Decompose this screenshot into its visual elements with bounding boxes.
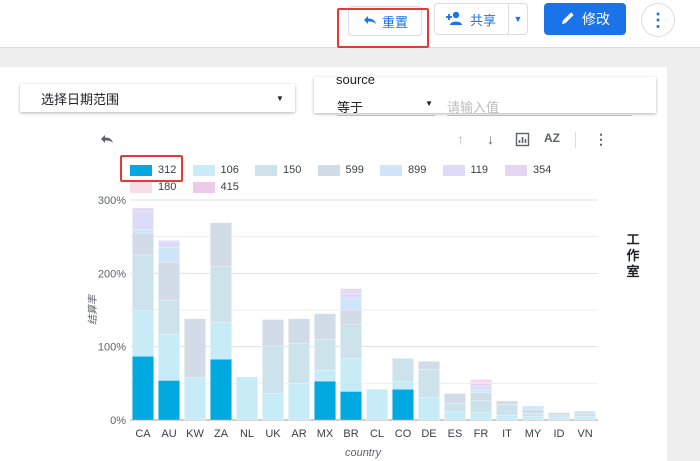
bar-segment-nl-106[interactable] [236, 376, 258, 421]
bar-segment-ar-599[interactable] [288, 318, 310, 344]
x-tick-label: ZA [214, 428, 229, 440]
bar-segment-my-106[interactable] [522, 416, 544, 421]
bar-segment-cl-106[interactable] [366, 388, 388, 421]
bar-segment-br-150[interactable] [340, 324, 362, 359]
bar-segment-ar-106[interactable] [288, 383, 310, 421]
bar-segment-my-599[interactable] [522, 409, 544, 414]
bar-segment-es-150[interactable] [444, 402, 466, 413]
x-tick-label: DE [421, 428, 436, 440]
x-tick-label: UK [265, 428, 281, 440]
side-label: 工作室 [626, 232, 640, 279]
x-tick-label: NL [240, 428, 254, 440]
bar-segment-br-106[interactable] [340, 358, 362, 392]
x-tick-label: ID [554, 428, 565, 440]
bar-segment-za-106[interactable] [210, 322, 232, 360]
x-tick-label: MX [317, 428, 334, 440]
x-tick-label: CL [370, 428, 384, 440]
bar-segment-es-106[interactable] [444, 411, 466, 421]
bar-segment-uk-150[interactable] [262, 345, 284, 394]
bar-segment-co-312[interactable] [392, 388, 414, 421]
bar-segment-fr-119[interactable] [470, 386, 492, 391]
x-tick-label: KW [186, 428, 204, 440]
bar-segment-ca-119[interactable] [132, 210, 154, 230]
bar-segment-au-599[interactable] [158, 262, 180, 301]
bar-segment-vn-150[interactable] [574, 413, 596, 417]
bar-segment-uk-106[interactable] [262, 393, 284, 421]
bar-segment-za-312[interactable] [210, 358, 232, 421]
bar-segment-ca-599[interactable] [132, 232, 154, 256]
x-tick-label: BR [343, 428, 358, 440]
bar-segment-au-119[interactable] [158, 241, 180, 248]
bar-segment-id-106[interactable] [548, 416, 570, 421]
bar-segment-mx-599[interactable] [314, 313, 336, 340]
y-tick-label: 300% [98, 195, 126, 207]
bar-segment-de-599[interactable] [418, 361, 440, 370]
bar-segment-fr-150[interactable] [470, 399, 492, 413]
bar-segment-mx-312[interactable] [314, 380, 336, 421]
bar-segment-br-119[interactable] [340, 292, 362, 300]
bar-segment-ca-106[interactable] [132, 310, 154, 357]
x-tick-label: IT [502, 428, 512, 440]
bar-segment-ar-150[interactable] [288, 343, 310, 384]
y-tick-label: 100% [98, 342, 126, 354]
bar-segment-au-312[interactable] [158, 380, 180, 421]
bar-segment-br-599[interactable] [340, 309, 362, 325]
bar-segment-br-312[interactable] [340, 391, 362, 421]
bar-segment-vn-106[interactable] [574, 416, 596, 421]
bar-segment-fr-354[interactable] [470, 383, 492, 387]
stacked-bar-chart: 0% 100% 200% 300% CA AU KW ZA NL UK AR MX BR CL CO DE E… [87, 195, 598, 459]
bar-segment-kw-599[interactable] [184, 318, 206, 378]
bar-segment-ca-354[interactable] [132, 207, 154, 212]
x-tick-label: AU [161, 428, 176, 440]
bar-segment-ca-312[interactable] [132, 355, 154, 421]
bar-segment-br-415[interactable] [340, 288, 362, 291]
bar-segment-vn-599[interactable] [574, 410, 596, 414]
bar-segment-za-150[interactable] [210, 266, 232, 323]
bar-segment-mx-150[interactable] [314, 339, 336, 371]
bar-segment-fr-106[interactable] [470, 412, 492, 421]
bar-segment-mx-106[interactable] [314, 369, 336, 382]
bar-segment-fr-599[interactable] [470, 392, 492, 401]
bar-segment-fr-415[interactable] [470, 379, 492, 382]
bar-segment-co-150[interactable] [392, 358, 414, 383]
x-tick-label: CA [135, 428, 151, 440]
bar-segment-fr-180[interactable] [470, 380, 492, 384]
bar-segment-co-106[interactable] [392, 381, 414, 390]
y-tick-label: 0% [110, 415, 126, 427]
bar-segment-it-150[interactable] [496, 404, 518, 416]
bar-segment-ca-899[interactable] [132, 229, 154, 234]
bar-segment-br-899[interactable] [340, 298, 362, 311]
bar-segment-au-106[interactable] [158, 333, 180, 381]
y-tick-label: 200% [98, 268, 126, 280]
bar-segment-ca-150[interactable] [132, 254, 154, 311]
bar-segment-it-106[interactable] [496, 415, 518, 421]
bar-segment-my-150[interactable] [522, 413, 544, 417]
y-axis-label: 结算率 [87, 293, 99, 325]
bar-segment-za-599[interactable] [210, 222, 232, 267]
bar-segment-au-150[interactable] [158, 300, 180, 335]
bar-segment-id-599[interactable] [548, 412, 570, 416]
x-tick-label: CO [395, 428, 412, 440]
bar-segment-au-354[interactable] [158, 240, 180, 243]
bar-segment-it-599[interactable] [496, 400, 518, 405]
x-axis-label: country [345, 447, 383, 459]
x-tick-label: MY [525, 428, 542, 440]
bar-segment-uk-599[interactable] [262, 319, 284, 347]
bar-segment-id-150[interactable] [548, 414, 570, 418]
bar-segment-de-150[interactable] [418, 369, 440, 398]
bar-segment-my-899[interactable] [522, 405, 544, 410]
bar-segment-de-106[interactable] [418, 397, 440, 421]
x-tick-label: FR [474, 428, 489, 440]
x-tick-label: AR [291, 428, 306, 440]
x-tick-label: ES [448, 428, 463, 440]
bar-segment-kw-106[interactable] [184, 377, 206, 421]
bar-segment-au-899[interactable] [158, 247, 180, 263]
bar-segment-fr-899[interactable] [470, 389, 492, 394]
bar-segment-br-354[interactable] [340, 289, 362, 294]
x-tick-label: VN [577, 428, 592, 440]
bar-segment-es-599[interactable] [444, 393, 466, 404]
